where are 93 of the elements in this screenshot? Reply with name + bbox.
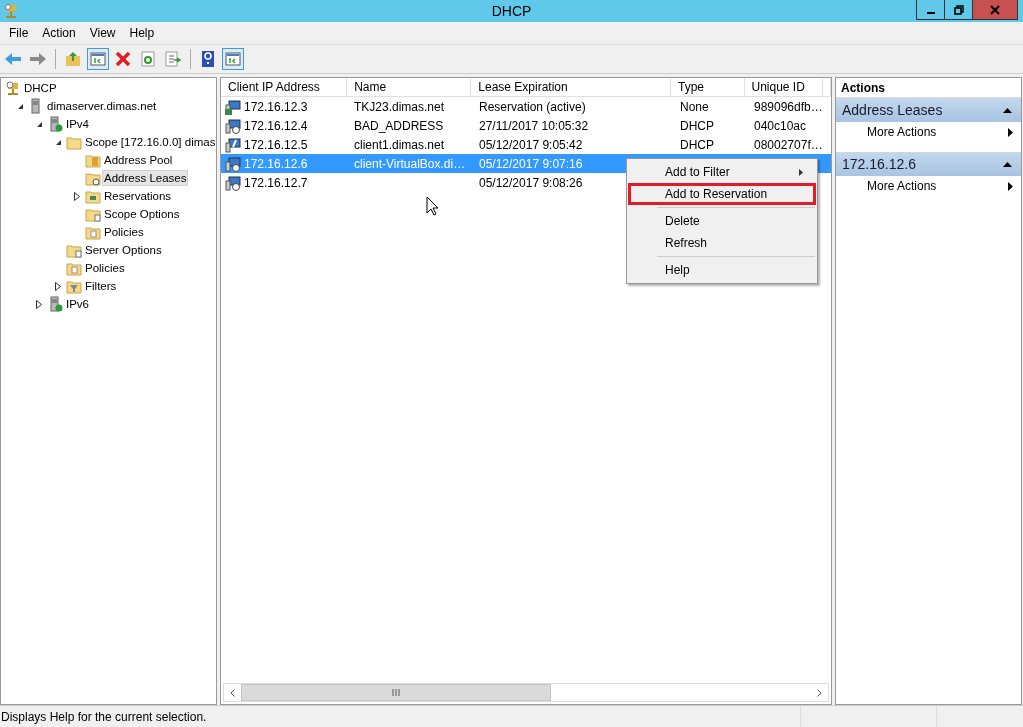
computer-icon <box>225 174 241 191</box>
status-text: Displays Help for the current selection. <box>1 709 208 724</box>
expand-icon[interactable] <box>36 299 42 309</box>
table-cell: TKJ23.dimas.net <box>354 99 445 114</box>
table-cell: 172.16.12.7 <box>244 175 308 190</box>
column-header[interactable]: Lease Expiration <box>471 78 671 97</box>
folder-icon <box>66 260 82 276</box>
submenu-arrow-icon <box>799 168 803 176</box>
table-cell: DHCP <box>680 137 714 152</box>
folder-icon <box>85 152 101 168</box>
tree-item[interactable]: Policies <box>83 260 127 276</box>
tree-item[interactable]: dimaserver.dimas.net <box>45 98 159 114</box>
menu-item[interactable]: Action <box>35 26 83 40</box>
tree-item[interactable]: IPv6 <box>64 296 91 312</box>
table-cell: DHCP <box>680 118 714 133</box>
action-link[interactable]: More Actions <box>836 122 1021 142</box>
menu-item[interactable]: File <box>2 26 36 40</box>
tree-item[interactable]: Reservations <box>102 188 174 204</box>
tree-item[interactable]: Address Leases <box>102 170 189 186</box>
expand-icon[interactable] <box>74 191 80 201</box>
action-link[interactable]: More Actions <box>836 176 1021 196</box>
minimize-button[interactable] <box>916 0 945 20</box>
computer-icon <box>225 155 241 172</box>
table-cell: 172.16.12.6 <box>244 156 308 171</box>
table-cell: 172.16.12.4 <box>244 118 308 133</box>
table-cell: 05/12/2017 9:08:26 <box>479 175 583 190</box>
scrollbar-thumb[interactable] <box>241 684 551 701</box>
tree-item[interactable]: Server Options <box>83 242 164 258</box>
server-check-icon <box>47 296 63 312</box>
tree-button[interactable] <box>87 48 109 70</box>
folder-icon <box>66 134 82 150</box>
table-cell: 05/12/2017 9:05:42 <box>479 137 583 152</box>
menu-item[interactable]: Help <box>122 26 162 40</box>
collapse-icon[interactable] <box>1003 161 1012 167</box>
menu-item[interactable]: Refresh <box>628 232 816 254</box>
computer-icon <box>225 98 241 115</box>
table-cell: None <box>680 99 709 114</box>
tree-item[interactable]: IPv4 <box>64 116 91 132</box>
restore-icon <box>953 4 964 15</box>
app-icon <box>4 3 18 19</box>
submenu-arrow-icon <box>1008 181 1013 191</box>
table-cell: client1.dimas.net <box>354 137 445 152</box>
computer-icon <box>225 117 241 134</box>
table-cell: Reservation (active) <box>479 99 586 114</box>
tree-item[interactable]: DHCP <box>22 80 59 96</box>
mouse-pointer-icon <box>426 196 439 216</box>
column-header[interactable]: Client IP Address <box>221 78 348 97</box>
table-cell: 05/12/2017 9:07:16 <box>479 156 583 171</box>
collapse-icon[interactable] <box>54 138 62 146</box>
actions-section-header[interactable]: Address Leases <box>836 98 1021 122</box>
pane-button[interactable] <box>222 48 244 70</box>
tree-item[interactable]: Address Pool <box>102 152 175 168</box>
table-cell: 172.16.12.3 <box>244 99 308 114</box>
export-button[interactable] <box>162 48 184 70</box>
menu-item[interactable]: View <box>82 26 123 40</box>
collapse-icon[interactable] <box>1003 107 1012 113</box>
table-cell: client-VirtualBox.di… <box>354 156 466 171</box>
column-header[interactable]: Type <box>670 78 745 97</box>
tree-item[interactable]: Scope Options <box>102 206 182 222</box>
folder-icon <box>85 170 101 186</box>
menu-item[interactable]: Add to Reservation <box>628 183 816 205</box>
folder-icon <box>85 224 101 240</box>
folder-icon <box>66 278 82 294</box>
menu-item[interactable]: Help <box>628 259 816 281</box>
folder-icon <box>85 206 101 222</box>
minimize-icon <box>926 11 935 14</box>
folder-icon <box>66 242 82 258</box>
dhcp-icon <box>5 80 21 96</box>
collapse-icon[interactable] <box>35 120 43 128</box>
column-header[interactable]: Name <box>347 78 472 97</box>
expand-icon[interactable] <box>55 281 61 291</box>
horizontal-scrollbar[interactable] <box>223 683 829 702</box>
close-button[interactable] <box>972 0 1018 20</box>
table-cell: 040c10ac <box>754 118 807 133</box>
collapse-icon[interactable] <box>16 102 24 110</box>
table-cell: 08002707f… <box>754 137 823 152</box>
table-cell: BAD_ADDRESS <box>354 118 444 133</box>
tree-item[interactable]: Scope [172.16.0.0] dimas <box>83 134 218 150</box>
tree-item[interactable]: Policies <box>102 224 146 240</box>
table-cell: 27/11/2017 10:05:32 <box>479 118 589 133</box>
submenu-arrow-icon <box>1008 127 1013 137</box>
table-cell: 989096dfb… <box>754 99 823 114</box>
column-header[interactable]: Unique ID <box>744 78 823 97</box>
close-icon <box>990 4 1000 15</box>
server-check-icon <box>47 116 63 132</box>
folder-icon <box>85 188 101 204</box>
computer-icon <box>225 136 241 153</box>
table-cell: 172.16.12.5 <box>244 137 308 152</box>
menu-item[interactable]: Add to Filter <box>628 161 816 183</box>
menu-item[interactable]: Delete <box>628 210 816 232</box>
window-title: DHCP <box>491 3 532 19</box>
actions-section-header[interactable]: 172.16.12.6 <box>836 152 1021 176</box>
tree-item[interactable]: Filters <box>83 278 119 294</box>
